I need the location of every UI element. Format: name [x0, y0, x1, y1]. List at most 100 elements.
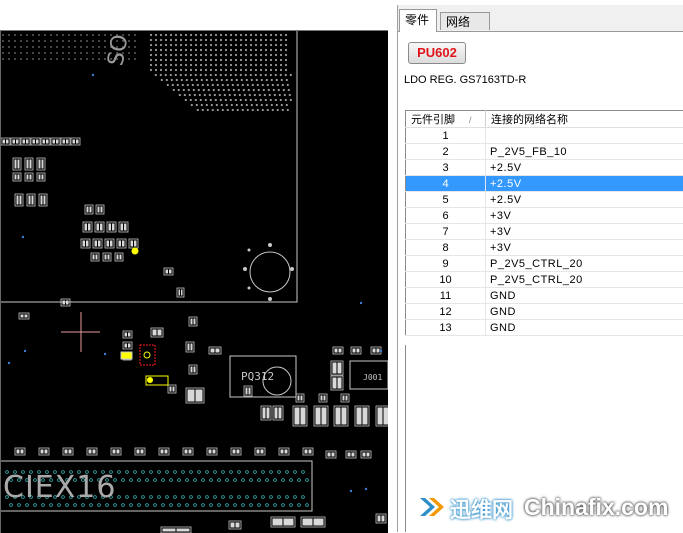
smd-part	[231, 448, 241, 455]
smd-part	[135, 448, 145, 455]
smd-part	[189, 317, 197, 326]
smd-part	[39, 448, 49, 455]
part-description: LDO REG. GS7163TD-R	[404, 74, 526, 86]
tab-nets[interactable]: 网络 (8)	[440, 12, 490, 30]
smd-part	[161, 527, 191, 533]
smd-part	[186, 388, 204, 403]
pin-number-cell: 6	[406, 208, 486, 224]
net-name-cell	[486, 128, 683, 144]
watermark-english-text: Chinafix.com	[524, 494, 668, 521]
table-row[interactable]: 5+2.5V	[406, 192, 683, 208]
smd-part	[11, 138, 20, 145]
smd-part	[351, 347, 361, 354]
smd-part	[115, 253, 123, 261]
smd-part	[95, 222, 104, 232]
smd-part	[164, 268, 173, 275]
net-name-cell: P_2V5_CTRL_20	[486, 272, 683, 288]
net-name-cell: +3V	[486, 224, 683, 240]
net-name-cell: +2.5V	[486, 192, 683, 208]
smd-part	[279, 448, 289, 455]
smd-part	[261, 406, 271, 420]
smd-part	[271, 517, 295, 527]
net-name-cell: +2.5V	[486, 160, 683, 176]
watermark-chinese-text: 迅维网	[450, 494, 513, 524]
smd-part	[96, 205, 104, 214]
smd-part	[111, 448, 121, 455]
smd-part	[177, 288, 184, 297]
pcie-silkscreen-text: CIEX16	[3, 470, 116, 505]
smd-part	[123, 331, 132, 338]
corner-silkscreen-text: SO	[103, 33, 133, 68]
table-row[interactable]: 13GND	[406, 320, 683, 336]
column-header-pin[interactable]: 元件引脚/	[406, 111, 486, 128]
smd-part	[105, 239, 114, 248]
smd-part	[37, 158, 45, 170]
smd-part	[244, 386, 252, 396]
table-row[interactable]: 7+3V	[406, 224, 683, 240]
tab-parts[interactable]: 零件	[399, 9, 437, 32]
table-row[interactable]: 8+3V	[406, 240, 683, 256]
smd-part	[51, 138, 60, 145]
smd-part	[117, 239, 126, 248]
watermark: 迅维网 Chinafix.com	[412, 490, 683, 524]
smd-part	[61, 138, 70, 145]
crosshair-cursor	[61, 312, 100, 352]
table-row[interactable]: 6+3V	[406, 208, 683, 224]
pcb-drawing[interactable]: PQ312 J001 CIEX16 SO	[1, 31, 388, 533]
smd-part	[15, 194, 23, 206]
smd-part	[209, 347, 221, 354]
pin-number-cell: 12	[406, 304, 486, 320]
smd-part	[207, 448, 217, 455]
table-row[interactable]: 4+2.5V	[406, 176, 683, 192]
smd-part	[293, 406, 307, 426]
pin-number-cell: 9	[406, 256, 486, 272]
smd-part	[186, 342, 194, 352]
part-designator-button[interactable]: PU602	[408, 42, 466, 64]
pin-number-cell: 1	[406, 128, 486, 144]
smd-part	[91, 253, 99, 261]
smd-part	[1, 138, 10, 145]
smd-part	[39, 194, 47, 206]
table-row[interactable]: 1	[406, 128, 683, 144]
table-row[interactable]: 10P_2V5_CTRL_20	[406, 272, 683, 288]
smd-part	[376, 406, 388, 426]
smd-part	[81, 239, 90, 248]
smd-part	[303, 448, 313, 455]
table-row[interactable]: 9P_2V5_CTRL_20	[406, 256, 683, 272]
table-row[interactable]: 2P_2V5_FB_10	[406, 144, 683, 160]
smd-part	[189, 365, 197, 374]
smd-part	[119, 222, 128, 232]
smd-part	[301, 517, 325, 527]
j001-label: J001	[363, 373, 382, 382]
pin-number-cell: 4	[406, 176, 486, 192]
pin-number-cell: 8	[406, 240, 486, 256]
smd-part	[13, 158, 21, 170]
smd-part	[85, 205, 93, 214]
smd-part	[129, 239, 138, 248]
table-row[interactable]: 12GND	[406, 304, 683, 320]
smd-part	[371, 347, 381, 354]
smd-part	[376, 514, 386, 523]
panel-tabs: 零件 网络 (8)	[398, 9, 683, 31]
smd-part	[326, 451, 336, 458]
smd-part	[83, 222, 92, 232]
net-name-cell: P_2V5_FB_10	[486, 144, 683, 160]
smd-part	[13, 173, 21, 181]
smd-part	[314, 406, 328, 426]
net-name-cell: +3V	[486, 208, 683, 224]
table-row[interactable]: 3+2.5V	[406, 160, 683, 176]
net-name-cell: GND	[486, 288, 683, 304]
smd-part	[27, 194, 35, 206]
smd-part	[103, 253, 111, 261]
pin-number-cell: 11	[406, 288, 486, 304]
table-row[interactable]: 11GND	[406, 288, 683, 304]
highlighted-part-pu602[interactable]	[121, 248, 168, 386]
column-header-net[interactable]: 连接的网络名称	[486, 111, 683, 128]
smd-part	[107, 222, 116, 232]
pcb-board-view[interactable]: PQ312 J001 CIEX16 SO	[0, 30, 388, 533]
smd-part	[183, 448, 193, 455]
smd-part	[296, 394, 304, 402]
smd-part	[15, 448, 25, 455]
smd-part	[346, 451, 356, 458]
smd-part	[31, 138, 40, 145]
